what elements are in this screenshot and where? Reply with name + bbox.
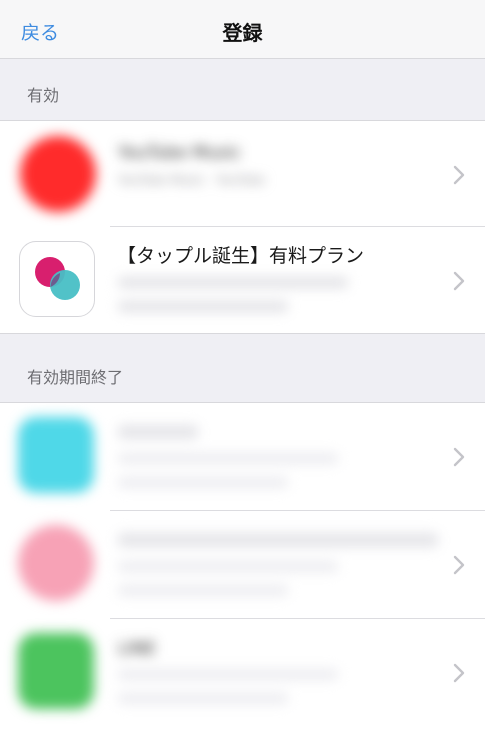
list-item[interactable] (0, 403, 485, 511)
chevron-right-icon (453, 165, 465, 185)
list-item[interactable]: YouTube Music YouTube Music · YouTube (0, 121, 485, 227)
page-title: 登録 (222, 21, 263, 45)
chevron-right-icon (453, 663, 465, 683)
youtube-music-icon (20, 136, 96, 212)
active-subscriptions-list: YouTube Music YouTube Music · YouTube 【タ… (0, 120, 485, 334)
subscription-title: LINE (118, 639, 156, 659)
section-header-label: 有効 (27, 86, 60, 105)
chevron-right-icon (453, 555, 465, 575)
subscription-detail: YouTube Music · YouTube (118, 173, 265, 187)
section-header-expired: 有効期間終了 (0, 334, 485, 402)
app-icon-pastel (18, 525, 94, 601)
section-header-active: 有効 (0, 59, 485, 120)
subscription-title: 【タップル誕生】有料プラン (117, 245, 365, 267)
subscription-title: YouTube Music (118, 143, 241, 163)
list-item[interactable] (0, 511, 485, 619)
subscriptions-screen: 戻る 登録 有効 YouTube Music YouTube Music · Y… (0, 0, 485, 738)
expired-subscriptions-list: LINE (0, 402, 485, 738)
list-item[interactable]: LINE (0, 619, 485, 727)
chevron-right-icon (453, 271, 465, 291)
chevron-right-icon (453, 447, 465, 467)
section-header-label: 有効期間終了 (27, 368, 124, 387)
line-icon (18, 633, 94, 709)
list-item-tapple[interactable]: 【タップル誕生】有料プラン (0, 227, 485, 333)
navigation-bar: 戻る 登録 (0, 0, 485, 59)
tapple-icon (19, 241, 95, 317)
app-icon-cyan (18, 417, 94, 493)
